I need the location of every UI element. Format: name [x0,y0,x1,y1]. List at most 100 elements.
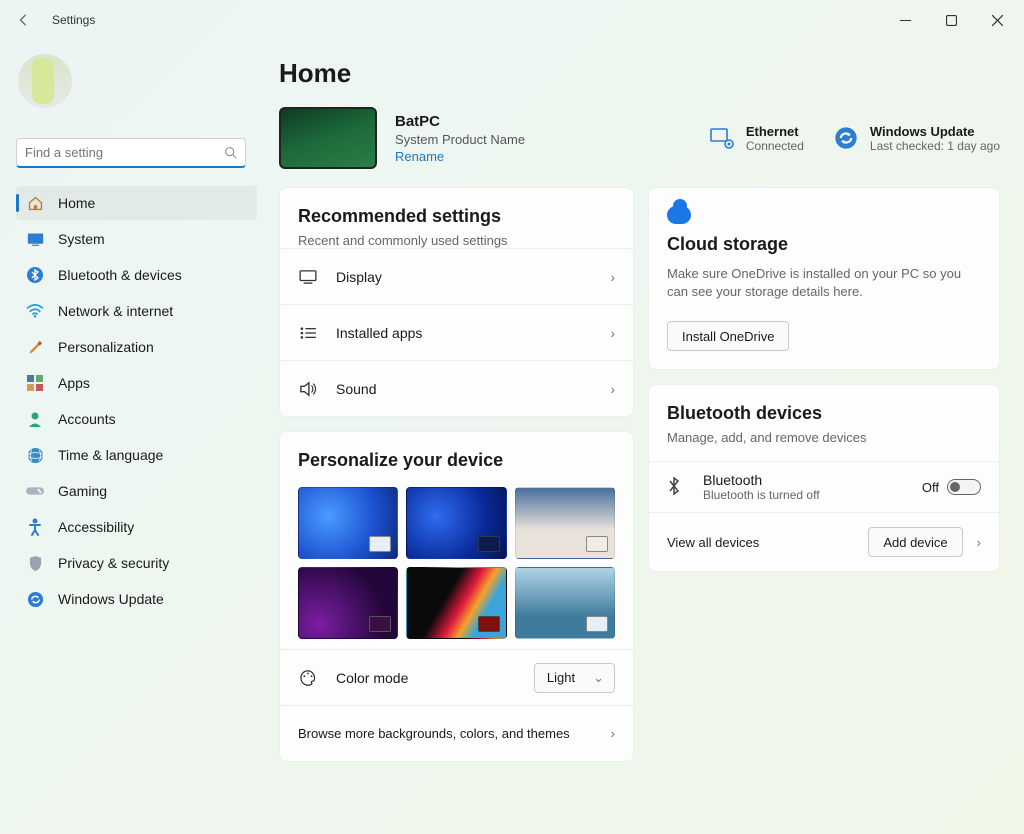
device-name: BatPC [395,113,525,130]
status-title: Ethernet [746,124,804,139]
dropdown-value: Light [547,670,575,685]
sound-icon [298,379,318,399]
color-mode-row: Color mode Light ⌄ [280,649,633,705]
display-icon [298,267,318,287]
status-sub: Last checked: 1 day ago [870,139,1000,153]
card-subtitle: Manage, add, and remove devices [667,430,981,445]
theme-tile[interactable] [406,567,506,639]
nav-item-accessibility[interactable]: Accessibility [16,510,257,544]
nav-item-system[interactable]: System [16,222,257,256]
minimize-button[interactable] [882,4,928,36]
device-product: System Product Name [395,132,525,147]
theme-tile[interactable] [406,487,506,559]
chevron-right-icon[interactable]: › [977,535,981,550]
list-icon [298,323,318,343]
color-mode-dropdown[interactable]: Light ⌄ [534,663,615,693]
nav-label: Windows Update [58,591,164,607]
card-subtitle: Recent and commonly used settings [298,233,615,248]
nav-label: Accessibility [58,519,134,535]
nav-item-bluetooth[interactable]: Bluetooth & devices [16,258,257,292]
bluetooth-devices-card: Bluetooth devices Manage, add, and remov… [648,384,1000,572]
device-info: BatPC System Product Name Rename [395,113,525,164]
paintbrush-icon [26,338,44,356]
update-icon [26,590,44,608]
status-ethernet[interactable]: Ethernet Connected [708,124,804,153]
setting-label: Installed apps [336,325,422,341]
avatar[interactable] [18,54,72,108]
bluetooth-icon [26,266,44,284]
maximize-icon [946,15,957,26]
color-mode-label: Color mode [336,670,408,686]
theme-tile[interactable] [515,567,615,639]
chevron-right-icon: › [610,325,615,341]
close-button[interactable] [974,4,1020,36]
add-device-button[interactable]: Add device [868,527,962,557]
status-sub: Connected [746,139,804,153]
nav-label: Gaming [58,483,107,499]
globe-icon [26,446,44,464]
palette-icon [298,668,318,688]
cards-row: Recommended settings Recent and commonly… [279,187,1000,762]
card-description: Make sure OneDrive is installed on your … [667,265,981,301]
cloud-icon [667,206,691,224]
nav-label: System [58,231,105,247]
personalize-card: Personalize your device Color mode Li [279,431,634,762]
nav-item-privacy[interactable]: Privacy & security [16,546,257,580]
nav-label: Bluetooth & devices [58,267,182,283]
maximize-button[interactable] [928,4,974,36]
nav-label: Apps [58,375,90,391]
recommended-settings-card: Recommended settings Recent and commonly… [279,187,634,417]
nav-item-home[interactable]: Home [16,186,257,220]
cloud-storage-card: Cloud storage Make sure OneDrive is inst… [648,187,1000,370]
nav-item-update[interactable]: Windows Update [16,582,257,616]
nav-item-network[interactable]: Network & internet [16,294,257,328]
bluetooth-toggle[interactable]: Off [922,479,981,495]
theme-tile[interactable] [298,567,398,639]
search-input[interactable] [16,138,246,168]
accessibility-icon [26,518,44,536]
nav-label: Accounts [58,411,116,427]
nav-label: Privacy & security [58,555,169,571]
browse-label: Browse more backgrounds, colors, and the… [298,726,570,741]
card-title: Personalize your device [298,450,615,471]
device-thumbnail[interactable] [279,107,377,169]
setting-row-installed-apps[interactable]: Installed apps › [280,304,633,360]
browse-more-row[interactable]: Browse more backgrounds, colors, and the… [280,705,633,761]
minimize-icon [900,15,911,26]
theme-tile[interactable] [515,487,615,559]
window-controls [882,4,1020,36]
theme-grid [298,487,615,639]
setting-row-sound[interactable]: Sound › [280,360,633,416]
install-onedrive-button[interactable]: Install OneDrive [667,321,789,351]
apps-icon [26,374,44,392]
main-content: Home BatPC System Product Name Rename Et… [265,40,1024,834]
bluetooth-icon [667,476,687,499]
back-button[interactable] [8,4,40,36]
nav-item-personalization[interactable]: Personalization [16,330,257,364]
toggle-pill [947,479,981,495]
ethernet-icon [708,124,736,152]
nav-item-accounts[interactable]: Accounts [16,402,257,436]
rename-link[interactable]: Rename [395,149,525,164]
setting-row-display[interactable]: Display › [280,248,633,304]
nav-label: Network & internet [58,303,173,319]
nav-item-time[interactable]: Time & language [16,438,257,472]
status-windows-update[interactable]: Windows Update Last checked: 1 day ago [832,124,1000,153]
bluetooth-row-sub: Bluetooth is turned off [703,488,820,502]
arrow-left-icon [17,13,31,27]
wifi-icon [26,302,44,320]
search-icon [224,146,237,162]
nav-label: Home [58,195,95,211]
close-icon [992,15,1003,26]
nav-item-apps[interactable]: Apps [16,366,257,400]
chevron-right-icon: › [611,726,615,741]
update-icon [832,124,860,152]
status-title: Windows Update [870,124,1000,139]
nav-item-gaming[interactable]: Gaming [16,474,257,508]
nav-label: Time & language [58,447,163,463]
view-all-devices-link[interactable]: View all devices [667,535,759,550]
system-icon [26,230,44,248]
theme-tile[interactable] [298,487,398,559]
card-title: Recommended settings [298,206,615,227]
nav: Home System Bluetooth & devices Network … [16,186,257,616]
